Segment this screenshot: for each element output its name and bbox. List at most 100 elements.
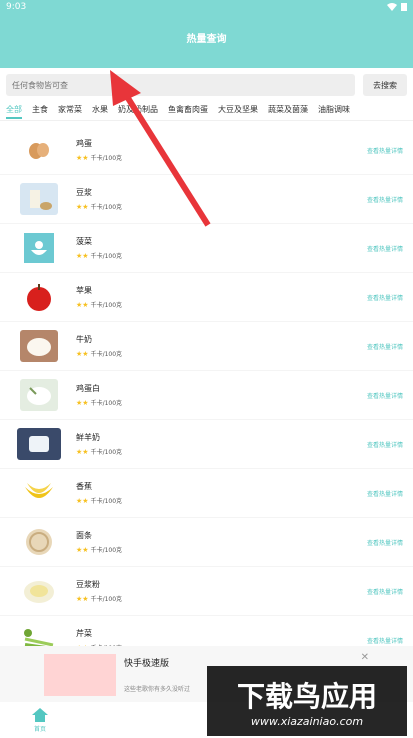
noodles-image xyxy=(20,526,58,558)
food-name: 菠菜 xyxy=(76,237,92,246)
food-row[interactable]: 菠菜 ★★ 千卡/100克 查看热量详情 xyxy=(0,224,413,273)
tab-dairy[interactable]: 奶及奶制品 xyxy=(118,104,158,115)
category-tabs: 全部 主食 家常菜 水果 奶及奶制品 鱼禽畜肉蛋 大豆及坚果 蔬菜及菌藻 油脂调… xyxy=(0,98,413,121)
food-row[interactable]: 豆浆 ★★ 千卡/100克 查看热量详情 xyxy=(0,175,413,224)
star-icon: ★★ xyxy=(76,349,89,358)
food-row[interactable]: 香蕉 ★★ 千卡/100克 查看热量详情 xyxy=(0,469,413,518)
food-row[interactable]: 鲜羊奶 ★★ 千卡/100克 查看热量详情 xyxy=(0,420,413,469)
detail-link[interactable]: 查看热量详情 xyxy=(367,146,403,155)
egg-white-image xyxy=(20,379,58,411)
watermark-main: 下载鸟应用 xyxy=(236,679,377,713)
tab-vegetables[interactable]: 蔬菜及菌藻 xyxy=(268,104,308,115)
tab-home-dishes[interactable]: 家常菜 xyxy=(58,104,82,115)
food-row[interactable]: 面条 ★★ 千卡/100克 查看热量详情 xyxy=(0,518,413,567)
food-row[interactable]: 鸡蛋 ★★ 千卡/100克 查看热量详情 xyxy=(0,126,413,175)
status-time: 9:03 xyxy=(6,2,27,12)
food-row[interactable]: 鸡蛋白 ★★ 千卡/100克 查看热量详情 xyxy=(0,371,413,420)
star-icon: ★★ xyxy=(76,202,89,211)
calorie-unit: 千卡/100克 xyxy=(90,351,123,358)
tab-meat[interactable]: 鱼禽畜肉蛋 xyxy=(168,104,208,115)
tab-staple[interactable]: 主食 xyxy=(32,104,48,115)
calorie-unit: 千卡/100克 xyxy=(90,204,123,211)
food-name: 豆浆 xyxy=(76,188,92,197)
food-name: 鸡蛋白 xyxy=(76,384,100,393)
milk-image xyxy=(20,330,58,362)
calorie-line: ★★千卡/100克 xyxy=(76,447,123,457)
star-icon: ★★ xyxy=(76,496,89,505)
calorie-unit: 千卡/100克 xyxy=(90,596,123,603)
calorie-line: ★★千卡/100克 xyxy=(76,349,123,359)
food-name: 豆浆粉 xyxy=(76,580,100,589)
star-icon: ★★ xyxy=(76,300,89,309)
ad-subtitle: 这些老歌你有多久没听过 xyxy=(124,686,191,693)
status-bar: 9:03 xyxy=(0,0,413,14)
battery-icon xyxy=(401,3,407,11)
calorie-line: ★★千卡/100克 xyxy=(76,496,123,506)
page-title: 热量查询 xyxy=(186,34,227,45)
search-bar: 去搜索 xyxy=(0,72,413,98)
tab-all[interactable]: 全部 xyxy=(6,104,22,119)
food-name: 鲜羊奶 xyxy=(76,433,100,442)
star-icon: ★★ xyxy=(76,398,89,407)
search-input[interactable] xyxy=(6,74,355,96)
calorie-unit: 千卡/100克 xyxy=(90,302,123,309)
food-row[interactable]: 豆浆粉 ★★ 千卡/100克 查看热量详情 xyxy=(0,567,413,616)
calorie-unit: 千卡/100克 xyxy=(90,498,123,505)
detail-link[interactable]: 查看热量详情 xyxy=(367,342,403,351)
calorie-line: ★★千卡/100克 xyxy=(76,202,123,212)
tab-fruit[interactable]: 水果 xyxy=(92,104,108,115)
close-icon[interactable]: ✕ xyxy=(361,652,369,663)
detail-link[interactable]: 查看热量详情 xyxy=(367,293,403,302)
detail-link[interactable]: 查看热量详情 xyxy=(367,195,403,204)
food-name: 香蕉 xyxy=(76,482,92,491)
watermark: 下载鸟应用 www.xiazainiao.com xyxy=(207,666,407,736)
detail-link[interactable]: 查看热量详情 xyxy=(367,587,403,596)
detail-link[interactable]: 查看热量详情 xyxy=(367,391,403,400)
food-name: 芹菜 xyxy=(76,629,92,638)
home-icon xyxy=(32,707,48,722)
food-name: 苹果 xyxy=(76,286,92,295)
wifi-icon xyxy=(387,3,397,11)
detail-link[interactable]: 查看热量详情 xyxy=(367,489,403,498)
egg-image xyxy=(20,134,58,166)
calorie-line: ★★千卡/100克 xyxy=(76,251,123,261)
watermark-sub: www.xiazainiao.com xyxy=(250,714,364,728)
banana-image xyxy=(20,477,58,509)
detail-link[interactable]: 查看热量详情 xyxy=(367,636,403,645)
food-row[interactable]: 苹果 ★★ 千卡/100克 查看热量详情 xyxy=(0,273,413,322)
calorie-unit: 千卡/100克 xyxy=(90,253,123,260)
calorie-unit: 千卡/100克 xyxy=(90,547,123,554)
detail-link[interactable]: 查看热量详情 xyxy=(367,440,403,449)
food-name: 牛奶 xyxy=(76,335,92,344)
detail-link[interactable]: 查看热量详情 xyxy=(367,244,403,253)
tab-beans[interactable]: 大豆及坚果 xyxy=(218,104,258,115)
ad-title: 快手极速版 xyxy=(124,659,170,669)
nav-home-label: 首页 xyxy=(33,725,46,733)
star-icon: ★★ xyxy=(76,545,89,554)
star-icon: ★★ xyxy=(76,447,89,456)
calorie-line: ★★千卡/100克 xyxy=(76,153,123,163)
food-name: 面条 xyxy=(76,531,92,540)
calorie-line: ★★千卡/100克 xyxy=(76,594,123,604)
apple-image xyxy=(20,281,58,313)
star-icon: ★★ xyxy=(76,594,89,603)
search-button[interactable]: 去搜索 xyxy=(363,74,407,96)
status-icons xyxy=(387,3,407,11)
tab-oils[interactable]: 油脂调味 xyxy=(318,104,350,115)
food-name: 鸡蛋 xyxy=(76,139,92,148)
calorie-line: ★★千卡/100克 xyxy=(76,300,123,310)
detail-link[interactable]: 查看热量详情 xyxy=(367,538,403,547)
nav-home[interactable]: 首页 xyxy=(0,707,80,733)
food-list: 鸡蛋 ★★ 千卡/100克 查看热量详情 豆浆 ★★ 千卡/100克 查看热量详情 菠菜… xyxy=(0,126,413,665)
spinach-image xyxy=(20,232,58,264)
food-row[interactable]: 牛奶 ★★ 千卡/100克 查看热量详情 xyxy=(0,322,413,371)
star-icon: ★★ xyxy=(76,153,89,162)
ad-image xyxy=(44,654,116,696)
calorie-unit: 千卡/100克 xyxy=(90,449,123,456)
calorie-unit: 千卡/100克 xyxy=(90,400,123,407)
soy-powder-image xyxy=(20,575,58,607)
star-icon: ★★ xyxy=(76,251,89,260)
calorie-line: ★★千卡/100克 xyxy=(76,398,123,408)
calorie-unit: 千卡/100克 xyxy=(90,155,123,162)
calorie-line: ★★千卡/100克 xyxy=(76,545,123,555)
